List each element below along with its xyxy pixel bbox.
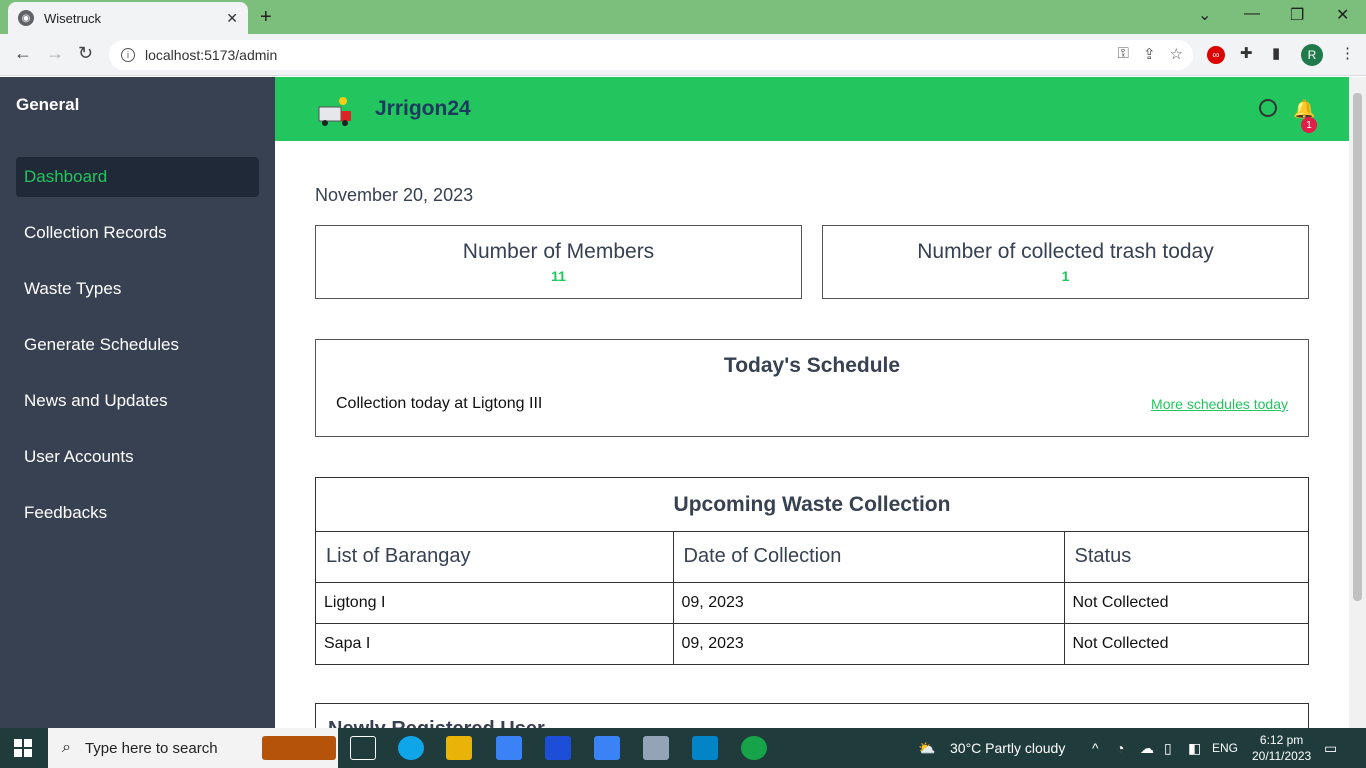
- table-row: Sapa I 09, 2023 Not Collected: [316, 623, 1308, 664]
- card-value: 1: [1061, 268, 1070, 284]
- network-icon[interactable]: ◔: [1116, 740, 1124, 756]
- url-text: localhost:5173/admin: [145, 47, 278, 63]
- new-registered-panel: Newly Registered User: [315, 703, 1309, 728]
- column-header: Date of Collection: [673, 532, 1065, 583]
- current-date: November 20, 2023: [315, 185, 474, 205]
- garbage-truck-logo-icon: [318, 97, 351, 126]
- word-icon[interactable]: [545, 736, 571, 760]
- address-bar[interactable]: i localhost:5173/admin ⚿ ⇪ ☆: [109, 40, 1193, 70]
- new-registered-title: Newly Registered User: [328, 718, 1308, 728]
- barangay-cell: Sapa I: [316, 623, 674, 664]
- close-window-icon[interactable]: ✕: [1336, 5, 1349, 25]
- clock-time: 6:12 pm: [1259, 733, 1304, 747]
- date-cell: 09, 2023: [673, 623, 1065, 664]
- sidebar-item-feedbacks[interactable]: Feedbacks: [16, 493, 259, 533]
- column-header: List of Barangay: [316, 532, 674, 583]
- browser-tab-strip: ◉ Wisetruck ✕ + ⌄ — ❐ ✕: [0, 0, 1366, 34]
- user-profile-icon[interactable]: [1259, 99, 1277, 117]
- profile-avatar[interactable]: R: [1301, 44, 1323, 66]
- sidebar: General Dashboard Collection Records Was…: [0, 77, 275, 728]
- file-explorer-icon[interactable]: [446, 736, 472, 760]
- browser-toolbar: ← → ↻ i localhost:5173/admin ⚿ ⇪ ☆ ∞ ✚ ▮…: [0, 34, 1366, 76]
- scrollbar-thumb[interactable]: [1353, 93, 1362, 601]
- todays-schedule-panel: Today's Schedule Collection today at Lig…: [315, 339, 1309, 437]
- app-header: Jrrigon24 🔔 1: [275, 77, 1349, 141]
- barangay-cell: Ligtong I: [316, 582, 674, 624]
- status-cell: Not Collected: [1072, 634, 1169, 652]
- task-view-icon[interactable]: [350, 736, 376, 760]
- browser-tab[interactable]: ◉ Wisetruck ✕: [8, 2, 248, 34]
- reload-icon[interactable]: ↻: [78, 43, 93, 64]
- card-value: 11: [551, 268, 566, 284]
- upcoming-title: Upcoming Waste Collection: [316, 478, 1308, 532]
- search-icon: ⌕: [62, 739, 71, 756]
- language-indicator[interactable]: ENG: [1212, 741, 1238, 755]
- extension-icon[interactable]: ∞: [1207, 46, 1225, 64]
- forward-icon[interactable]: →: [46, 43, 64, 64]
- search-placeholder: Type here to search: [84, 739, 218, 757]
- page-scrollbar[interactable]: [1349, 77, 1366, 728]
- new-tab-button[interactable]: +: [260, 6, 272, 29]
- notifications-icon[interactable]: ▭: [1324, 740, 1337, 757]
- members-card: Number of Members 11: [315, 225, 802, 299]
- info-icon[interactable]: i: [121, 48, 135, 62]
- key-icon[interactable]: ⚿: [1118, 45, 1129, 63]
- tab-title: Wisetruck: [44, 10, 102, 26]
- back-icon[interactable]: ←: [14, 43, 32, 64]
- windows-start-icon[interactable]: [14, 739, 32, 757]
- sidebar-item-dashboard[interactable]: Dashboard: [16, 157, 259, 197]
- tab-search-icon[interactable]: ⌄: [1198, 5, 1211, 25]
- globe-icon: ◉: [18, 10, 34, 26]
- sidebar-item-waste-types[interactable]: Waste Types: [16, 269, 259, 309]
- clock-date: 20/11/2023: [1252, 749, 1312, 763]
- sidebar-item-news-and-updates[interactable]: News and Updates: [16, 381, 259, 421]
- status-cell: Not Collected: [1064, 582, 1308, 624]
- restore-icon[interactable]: ❐: [1290, 5, 1304, 25]
- system-clock[interactable]: 6:12 pm 20/11/2023: [1252, 732, 1311, 764]
- close-tab-icon[interactable]: ✕: [226, 10, 238, 27]
- cloud-icon[interactable]: ☁: [1140, 740, 1154, 757]
- volume-icon[interactable]: ◧: [1188, 740, 1201, 757]
- table-row: Ligtong I 09, 2023 Not Collected: [316, 582, 1308, 624]
- mail-icon[interactable]: [496, 736, 522, 760]
- upcoming-table: List of Barangay Date of Collection Stat…: [316, 532, 1308, 664]
- bookmark-star-icon[interactable]: ☆: [1170, 45, 1183, 63]
- upcoming-collection-panel: Upcoming Waste Collection List of Barang…: [315, 477, 1309, 665]
- date-cell: 09, 2023: [673, 582, 1065, 624]
- edge-icon[interactable]: [398, 736, 424, 760]
- side-panel-icon[interactable]: ▮: [1272, 44, 1280, 62]
- weather-text[interactable]: 30°C Partly cloudy: [950, 740, 1065, 756]
- chrome-icon[interactable]: [741, 736, 767, 760]
- search-highlight-image: [262, 736, 336, 760]
- table-header-row: List of Barangay Date of Collection Stat…: [316, 532, 1308, 583]
- sidebar-title: General: [16, 95, 80, 114]
- vscode-icon[interactable]: [692, 736, 718, 760]
- schedule-title: Today's Schedule: [723, 354, 901, 377]
- battery-icon[interactable]: ▯: [1164, 740, 1172, 757]
- sidebar-item-collection-records[interactable]: Collection Records: [16, 213, 259, 253]
- brand-name: Jrrigon24: [375, 97, 471, 120]
- column-header: Status: [1064, 532, 1308, 583]
- chevron-up-icon[interactable]: ^: [1092, 740, 1099, 756]
- card-title: Number of Members: [462, 240, 655, 263]
- share-icon[interactable]: ⇪: [1143, 45, 1156, 63]
- dashboard-content: November 20, 2023 Number of Members 11 N…: [275, 141, 1349, 728]
- schedule-line: Collection today at Ligtong III: [336, 395, 543, 412]
- puzzle-icon[interactable]: ✚: [1240, 44, 1253, 62]
- store-icon[interactable]: [594, 736, 620, 760]
- notification-badge: 1: [1301, 117, 1317, 133]
- app-icon[interactable]: [643, 736, 669, 760]
- card-title: Number of collected trash today: [917, 240, 1214, 263]
- minimize-icon[interactable]: —: [1244, 5, 1260, 23]
- weather-icon: ⛅: [918, 740, 936, 756]
- sidebar-item-generate-schedules[interactable]: Generate Schedules: [16, 325, 259, 365]
- os-taskbar: ⌕ Type here to search ⛅ 30°C Partly clou…: [0, 728, 1366, 768]
- more-schedules-link[interactable]: More schedules today: [1151, 396, 1288, 412]
- menu-icon[interactable]: ⋮: [1340, 44, 1355, 62]
- sidebar-item-user-accounts[interactable]: User Accounts: [16, 437, 259, 477]
- collected-trash-card: Number of collected trash today 1: [822, 225, 1309, 299]
